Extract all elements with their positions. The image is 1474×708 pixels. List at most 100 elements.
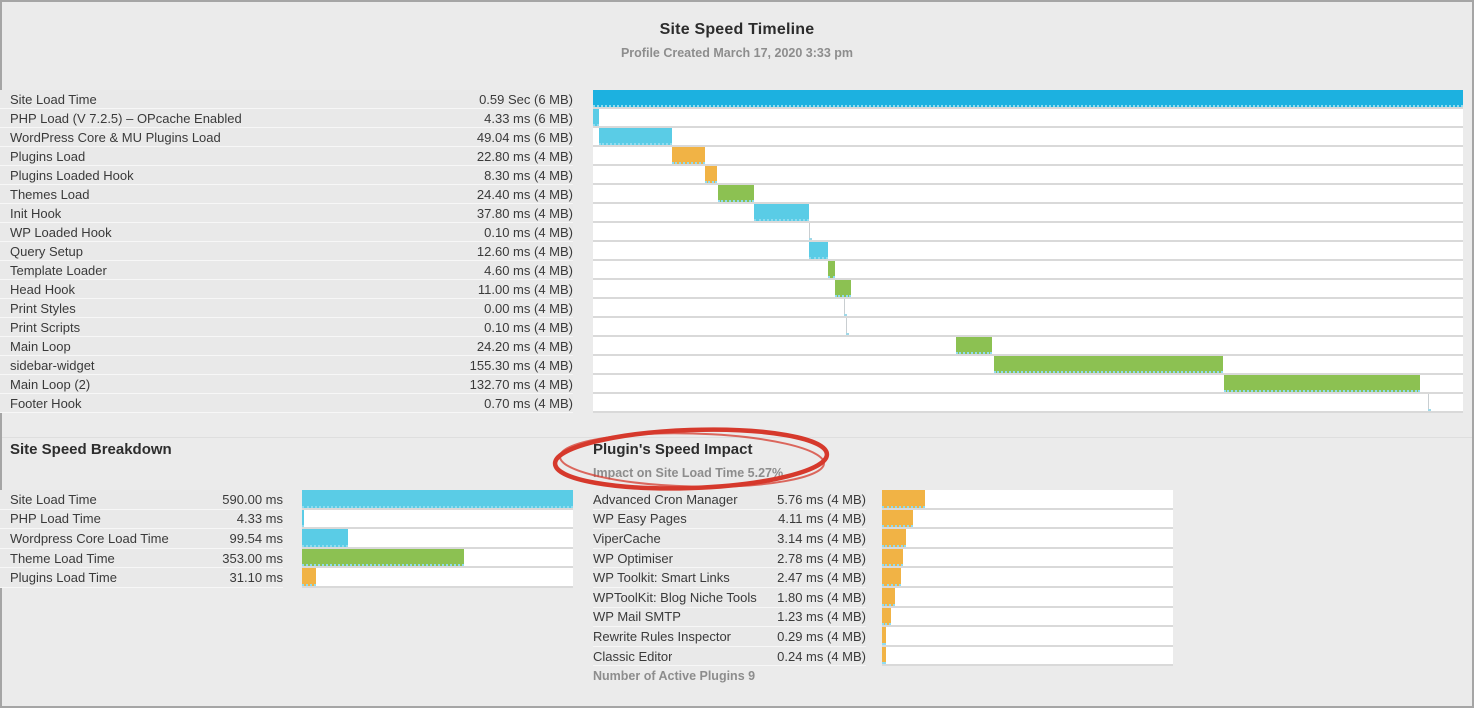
duration-bar (809, 223, 810, 240)
row-value: 2.47 ms (4 MB) (777, 570, 866, 585)
row-label: Plugins Loaded Hook (10, 168, 134, 183)
row-value: 31.10 ms (230, 570, 283, 585)
row-label: WP Mail SMTP (593, 609, 681, 624)
chart-row: Plugins Load 22.80 ms (4 MB) (0, 147, 1463, 166)
row-label: Head Hook (10, 282, 75, 297)
column-gap (283, 510, 302, 530)
column-gap (573, 318, 593, 337)
column-gap (573, 109, 593, 128)
row-header: Init Hook 37.80 ms (4 MB) (0, 204, 573, 223)
row-track (593, 166, 1463, 185)
row-header: Wordpress Core Load Time99.54 ms (0, 529, 283, 549)
column-gap (573, 128, 593, 147)
row-value: 590.00 ms (222, 492, 283, 507)
chart-row: Site Load Time 0.59 Sec (6 MB) (0, 90, 1463, 109)
row-track (593, 261, 1463, 280)
column-gap (573, 147, 593, 166)
column-gap (866, 568, 882, 588)
row-header: Head Hook11.00 ms (4 MB) (0, 280, 573, 299)
row-label: Main Loop (2) (10, 377, 90, 392)
row-value: 8.30 ms (4 MB) (484, 168, 573, 183)
row-label: Site Load Time (10, 92, 97, 107)
row-label: Classic Editor (593, 649, 672, 664)
row-header: Plugins Load Time 31.10 ms (0, 568, 283, 588)
row-value: 24.40 ms (4 MB) (477, 187, 573, 202)
column-gap (573, 90, 593, 109)
row-header: Classic Editor 0.24 ms (4 MB) (593, 647, 866, 667)
chart-row: Print Scripts 0.10 ms (4 MB) (0, 318, 1463, 337)
duration-bar (882, 549, 903, 567)
row-header: sidebar-widget155.30 ms (4 MB) (0, 356, 573, 375)
chart-row: Theme Load Time353.00 ms (0, 549, 573, 569)
chart-row: WP Mail SMTP1.23 ms (4 MB) (593, 608, 1173, 628)
row-label: Footer Hook (10, 396, 82, 411)
row-track (593, 185, 1463, 204)
row-label: WPToolKit: Blog Niche Tools (593, 590, 757, 605)
chart-row: Head Hook11.00 ms (4 MB) (0, 280, 1463, 299)
duration-bar (809, 242, 828, 259)
row-track (882, 529, 1173, 549)
row-track (882, 647, 1173, 667)
row-header: Site Load Time 0.59 Sec (6 MB) (0, 90, 573, 109)
row-value: 5.76 ms (4 MB) (777, 492, 866, 507)
row-label: Plugins Load Time (10, 570, 117, 585)
duration-bar (302, 549, 464, 567)
chart-row: Plugins Load Time 31.10 ms (0, 568, 573, 588)
row-track (882, 490, 1173, 510)
row-label: Query Setup (10, 244, 83, 259)
row-value: 132.70 ms (4 MB) (470, 377, 573, 392)
row-header: WP Loaded Hook0.10 ms (4 MB) (0, 223, 573, 242)
row-label: Print Scripts (10, 320, 80, 335)
row-track (593, 109, 1463, 128)
row-value: 0.24 ms (4 MB) (777, 649, 866, 664)
row-value: 4.60 ms (4 MB) (484, 263, 573, 278)
row-label: Plugins Load (10, 149, 85, 164)
row-label: Themes Load (10, 187, 90, 202)
duration-bar (882, 647, 886, 665)
chart-row: Print Styles0.00 ms (4 MB) (0, 299, 1463, 318)
duration-bar (882, 627, 886, 645)
duration-bar (828, 261, 835, 278)
row-value: 22.80 ms (4 MB) (477, 149, 573, 164)
duration-bar (882, 568, 901, 586)
row-label: sidebar-widget (10, 358, 95, 373)
duration-bar (994, 356, 1223, 373)
row-track (882, 510, 1173, 530)
row-value: 37.80 ms (4 MB) (477, 206, 573, 221)
row-label: WP Optimiser (593, 551, 673, 566)
duration-bar (593, 109, 599, 126)
row-header: WordPress Core & MU Plugins Load49.04 ms… (0, 128, 573, 147)
row-track (593, 337, 1463, 356)
duration-bar (302, 490, 573, 508)
row-track (882, 608, 1173, 628)
row-track (882, 568, 1173, 588)
row-value: 3.14 ms (4 MB) (777, 531, 866, 546)
row-label: ViperCache (593, 531, 661, 546)
row-value: 49.04 ms (6 MB) (477, 130, 573, 145)
chart-row: Plugins Loaded Hook 8.30 ms (4 MB) (0, 166, 1463, 185)
column-gap (866, 549, 882, 569)
duration-bar (846, 318, 847, 335)
row-track (593, 318, 1463, 337)
chart-row: Main Loop (2) 132.70 ms (4 MB) (0, 375, 1463, 394)
column-gap (573, 394, 593, 413)
row-header: Print Scripts 0.10 ms (4 MB) (0, 318, 573, 337)
row-value: 12.60 ms (4 MB) (477, 244, 573, 259)
column-gap (866, 627, 882, 647)
duration-bar (718, 185, 754, 202)
row-header: Plugins Loaded Hook 8.30 ms (4 MB) (0, 166, 573, 185)
row-value: 99.54 ms (230, 531, 283, 546)
row-value: 0.10 ms (4 MB) (484, 320, 573, 335)
row-header: WP Toolkit: Smart Links2.47 ms (4 MB) (593, 568, 866, 588)
active-plugins-note: Number of Active Plugins 9 (593, 669, 755, 683)
row-header: WP Mail SMTP1.23 ms (4 MB) (593, 608, 866, 628)
duration-bar (302, 529, 348, 547)
column-gap (573, 299, 593, 318)
row-value: 0.70 ms (4 MB) (484, 396, 573, 411)
chart-row: PHP Load Time4.33 ms (0, 510, 573, 530)
row-header: Site Load Time590.00 ms (0, 490, 283, 510)
row-label: Init Hook (10, 206, 61, 221)
row-value: 0.59 Sec (6 MB) (479, 92, 573, 107)
site-speed-breakdown-chart: Site Load Time590.00 msPHP Load Time4.33… (0, 490, 573, 588)
profile-created-label: Profile Created March 17, 2020 3:33 pm (0, 46, 1474, 60)
